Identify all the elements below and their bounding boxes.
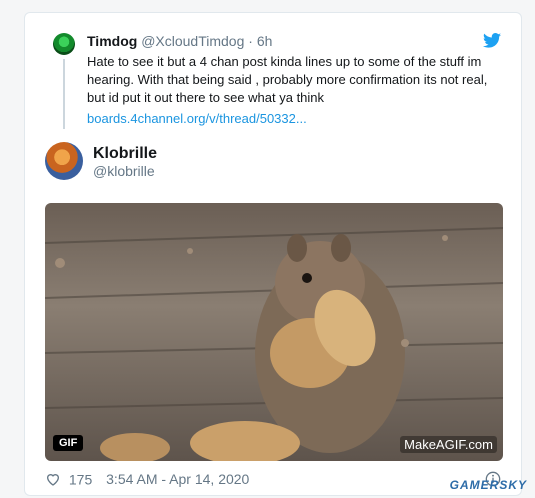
- tweet-card: Timdog @XcloudTimdog · 6h Hate to see it…: [24, 12, 522, 496]
- chipmunk-gif-image: [45, 227, 503, 461]
- twitter-bird-icon[interactable]: [483, 33, 501, 48]
- site-watermark: GAMERSKY: [449, 478, 527, 492]
- tweet-author-name[interactable]: Klobrille: [93, 145, 157, 163]
- separator-dot: ·: [248, 33, 253, 49]
- quoted-name[interactable]: Timdog: [87, 33, 137, 49]
- quoted-text: Hate to see it but a 4 chan post kinda l…: [87, 54, 488, 105]
- media-watermark: MakeAGIF.com: [400, 436, 497, 453]
- tweet-timestamp[interactable]: 3:54 AM - Apr 14, 2020: [106, 471, 249, 487]
- like-count[interactable]: 175: [69, 471, 92, 487]
- tweet-author-handle[interactable]: @klobrille: [93, 163, 155, 179]
- heart-icon[interactable]: [45, 471, 61, 487]
- quoted-time[interactable]: 6h: [257, 33, 273, 49]
- tweet-avatar[interactable]: [45, 142, 83, 180]
- tweet-footer: 175 3:54 AM - Apr 14, 2020: [45, 470, 249, 487]
- quoted-header: Timdog @XcloudTimdog · 6h: [87, 33, 272, 49]
- quoted-avatar[interactable]: [53, 33, 75, 55]
- gif-media[interactable]: GIF MakeAGIF.com: [45, 203, 503, 461]
- thread-line: [63, 59, 65, 129]
- quoted-handle[interactable]: @XcloudTimdog: [141, 33, 244, 49]
- gif-badge: GIF: [53, 435, 84, 451]
- quoted-link[interactable]: boards.4channel.org/v/thread/50332...: [87, 111, 307, 126]
